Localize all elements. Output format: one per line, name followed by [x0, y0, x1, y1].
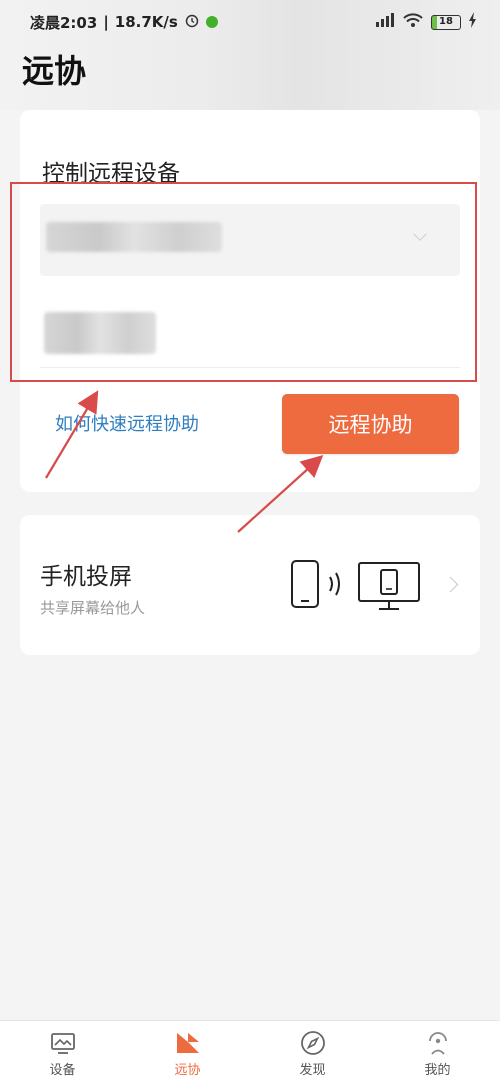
monitor-icon [50, 1033, 75, 1054]
charging-icon [468, 12, 478, 32]
help-link[interactable]: 如何快速远程协助 [55, 410, 199, 436]
tab-label-discover: 发现 [299, 1063, 326, 1078]
compass-icon [300, 1031, 325, 1055]
profile-icon [428, 1032, 447, 1055]
tab-profile[interactable]: 我的 [375, 1021, 500, 1084]
alarm-icon [184, 12, 200, 32]
cast-subtitle: 共享屏幕给他人 [40, 599, 146, 617]
screen-cast-card[interactable]: 手机投屏 共享屏幕给他人 [20, 515, 480, 655]
tab-devices[interactable]: 设备 [0, 1021, 125, 1084]
status-network-speed: 18.7K/s [114, 13, 178, 31]
tab-label-profile: 我的 [424, 1063, 451, 1078]
bottom-tab-bar: 设备 远协 发现 我的 [0, 1020, 500, 1084]
tab-discover[interactable]: 发现 [250, 1021, 375, 1084]
cast-title: 手机投屏 [40, 564, 132, 590]
phone-to-monitor-illustration-icon [290, 557, 460, 613]
page-title: 远协 [22, 52, 87, 90]
status-bar: 凌晨2:03 | 18.7K/s 18 [0, 0, 500, 44]
status-time: 凌晨2:03 [30, 13, 98, 32]
tab-label-devices: 设备 [49, 1063, 76, 1078]
remote-assist-icon [176, 1033, 199, 1053]
annotation-highlight-box [10, 182, 477, 382]
notification-dot-icon [205, 16, 218, 28]
signal-icon [373, 12, 395, 32]
tab-remote-assist[interactable]: 远协 [125, 1021, 250, 1084]
remote-assist-button[interactable]: 远程协助 [282, 394, 459, 454]
status-separator: | [103, 13, 109, 31]
tab-label-remote-assist: 远协 [174, 1063, 201, 1078]
battery-icon: 18 [431, 14, 461, 30]
wifi-icon [402, 12, 424, 32]
